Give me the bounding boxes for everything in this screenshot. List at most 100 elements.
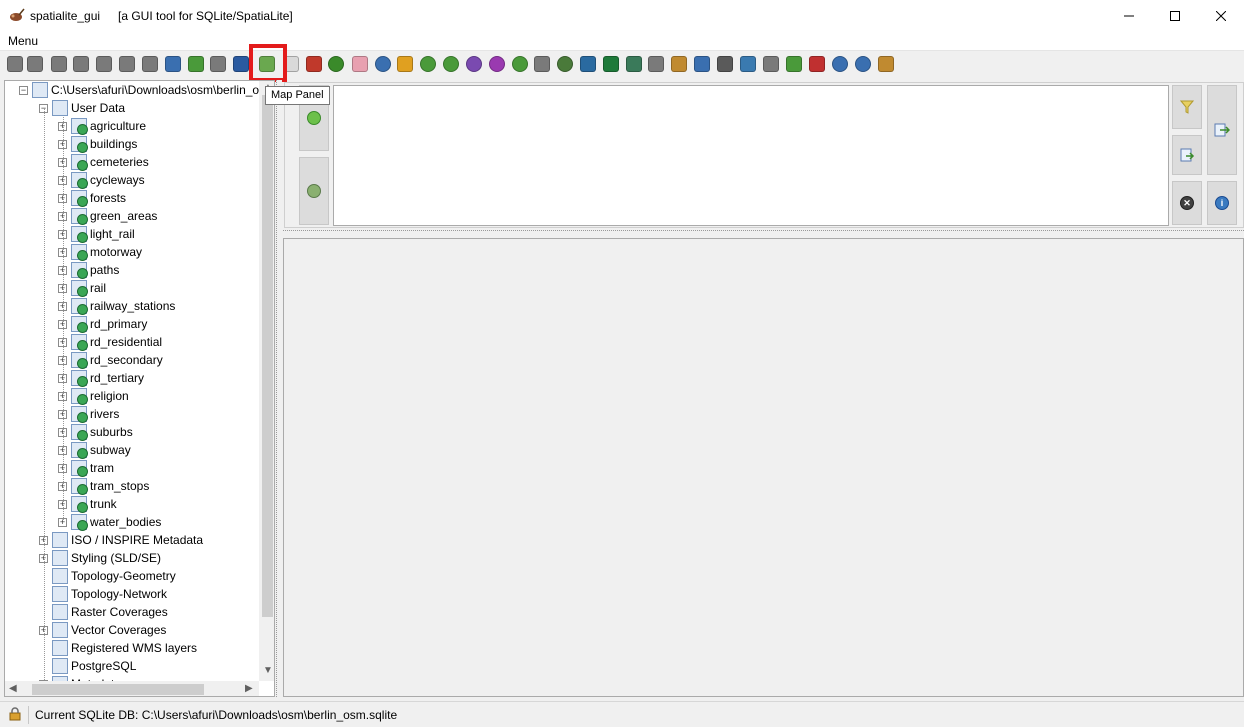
dxf-icon[interactable] (648, 56, 664, 72)
tree-table-water-bodies[interactable]: + water_bodies (58, 513, 161, 531)
db-tree-panel[interactable]: − C:\Users\afuri\Downloads\osm\berlin_o − U… (4, 80, 275, 697)
tree-node-styling-sld-se[interactable]: + Styling (SLD/SE) (39, 549, 161, 567)
tree-table-paths[interactable]: + paths (58, 261, 119, 279)
connect-icon[interactable] (7, 56, 23, 72)
maximize-icon (1170, 10, 1180, 21)
pdf-icon[interactable] (809, 56, 825, 72)
tree-table-agriculture[interactable]: + agriculture (58, 117, 146, 135)
memory-db-save-icon[interactable] (142, 56, 158, 72)
help-icon[interactable] (832, 56, 848, 72)
scroll-left-icon[interactable]: ◀ (9, 683, 17, 694)
maximize-button[interactable] (1152, 0, 1198, 31)
load-txt-icon[interactable] (375, 56, 391, 72)
tree-node-registered-wms-layers[interactable]: Registered WMS layers (39, 639, 197, 657)
tree-horizontal-scrollbar[interactable]: ◀ ▶ (5, 681, 259, 696)
tree-node-postgresql[interactable]: PostgreSQL (39, 657, 136, 675)
virtual-dbf-icon[interactable] (443, 56, 459, 72)
tree-table-rail[interactable]: + rail (58, 279, 106, 297)
exit-icon[interactable] (878, 56, 894, 72)
check-geometries-icon[interactable] (328, 56, 344, 72)
new-mem-db-icon[interactable] (96, 56, 112, 72)
scroll-right-icon[interactable]: ▶ (245, 683, 253, 694)
tree-table-rivers[interactable]: + rivers (58, 405, 119, 423)
styling-sld-se-icon (52, 550, 68, 566)
sql-editor[interactable] (333, 85, 1169, 226)
results-grid[interactable] (283, 238, 1244, 697)
tree-table-cycleways[interactable]: + cycleways (58, 171, 145, 189)
tree-table-religion[interactable]: + religion (58, 387, 129, 405)
connect-mem-icon[interactable] (27, 56, 43, 72)
clear-button[interactable]: ✕ (1172, 181, 1202, 225)
topology-icon[interactable] (786, 56, 802, 72)
charts-icon[interactable] (306, 56, 322, 72)
gps-pics-icon[interactable] (557, 56, 573, 72)
disconnect-icon[interactable] (51, 56, 67, 72)
tree-table-rd-tertiary[interactable]: + rd_tertiary (58, 369, 144, 387)
tree-table-cemeteries[interactable]: + cemeteries (58, 153, 149, 171)
excel-icon[interactable] (603, 56, 619, 72)
tree-table-suburbs[interactable]: + suburbs (58, 423, 133, 441)
tree-table-forests[interactable]: + forests (58, 189, 126, 207)
load-xml-icon[interactable] (580, 56, 596, 72)
tree-root-db[interactable]: − C:\Users\afuri\Downloads\osm\berlin_o (19, 81, 259, 99)
tree-node-topology-geometry[interactable]: Topology-Geometry (39, 567, 176, 585)
about-icon[interactable] (855, 56, 871, 72)
load-xl-icon[interactable] (466, 56, 482, 72)
attach-icon[interactable] (717, 56, 733, 72)
tree-table-rd-secondary[interactable]: + rd_secondary (58, 351, 163, 369)
exif-icon[interactable] (534, 56, 550, 72)
sql-script-icon[interactable] (188, 56, 204, 72)
info-button[interactable]: i (1207, 181, 1237, 225)
tree-table-green-areas[interactable]: + green_areas (58, 207, 157, 225)
menu-bar: Menu (0, 31, 1244, 51)
tree-node-iso-inspire-metadata[interactable]: + ISO / INSPIRE Metadata (39, 531, 203, 549)
tree-table-tram[interactable]: + tram (58, 459, 114, 477)
collapse-icon[interactable]: − (19, 85, 28, 95)
memory-db-load-icon[interactable] (119, 56, 135, 72)
srids-icon[interactable] (694, 56, 710, 72)
virtual-txt-icon[interactable] (397, 56, 413, 72)
spatial-table-icon (71, 478, 88, 495)
tree-node-user-data[interactable]: − User Data (39, 99, 125, 117)
close-button[interactable] (1198, 0, 1244, 31)
hscroll-thumb[interactable] (32, 684, 204, 695)
wfs-icon[interactable] (626, 56, 642, 72)
sql-log-icon[interactable] (210, 56, 226, 72)
tree-table-rd-residential[interactable]: + rd_residential (58, 333, 162, 351)
close-icon (1216, 10, 1226, 21)
virtual-xl-icon[interactable] (489, 56, 505, 72)
vertical-splitter[interactable] (276, 80, 282, 697)
filter-button[interactable] (1172, 85, 1202, 129)
sanitize-icon[interactable] (352, 56, 368, 72)
tree-table-rd-primary[interactable]: + rd_primary (58, 315, 147, 333)
tree-table-trunk[interactable]: + trunk (58, 495, 117, 513)
horizontal-splitter[interactable] (283, 230, 1244, 236)
raster-icon[interactable] (763, 56, 779, 72)
wms-icon[interactable] (740, 56, 756, 72)
tree-table-light-rail[interactable]: + light_rail (58, 225, 135, 243)
spatial-table-icon (71, 136, 88, 153)
load-dbf-icon[interactable] (420, 56, 436, 72)
network-icon[interactable] (512, 56, 528, 72)
scroll-thumb[interactable] (262, 95, 273, 617)
tree-table-subway[interactable]: + subway (58, 441, 131, 459)
raster-coverages-icon (52, 604, 68, 620)
history-prev-button[interactable] (299, 157, 329, 225)
tree-node-topology-network[interactable]: Topology-Network (39, 585, 167, 603)
tree-node-raster-coverages[interactable]: Raster Coverages (39, 603, 168, 621)
tree-table-motorway[interactable]: + motorway (58, 243, 142, 261)
sql-history-icon[interactable] (671, 56, 687, 72)
load-sql-button[interactable] (1172, 135, 1202, 175)
minimize-button[interactable] (1106, 0, 1152, 31)
shapefile-icon[interactable] (233, 56, 249, 72)
tree-vertical-scrollbar[interactable]: ▲ ▼ (259, 81, 274, 681)
tree-table-tram-stops[interactable]: + tram_stops (58, 477, 149, 495)
menu-button[interactable]: Menu (8, 34, 38, 48)
vacuum-icon[interactable] (165, 56, 181, 72)
execute-sql-button[interactable] (1207, 85, 1237, 175)
new-db-icon[interactable] (73, 56, 89, 72)
tree-table-railway-stations[interactable]: + railway_stations (58, 297, 175, 315)
tree-table-buildings[interactable]: + buildings (58, 135, 137, 153)
tree-node-vector-coverages[interactable]: + Vector Coverages (39, 621, 166, 639)
scroll-down-icon[interactable]: ▼ (263, 665, 273, 676)
